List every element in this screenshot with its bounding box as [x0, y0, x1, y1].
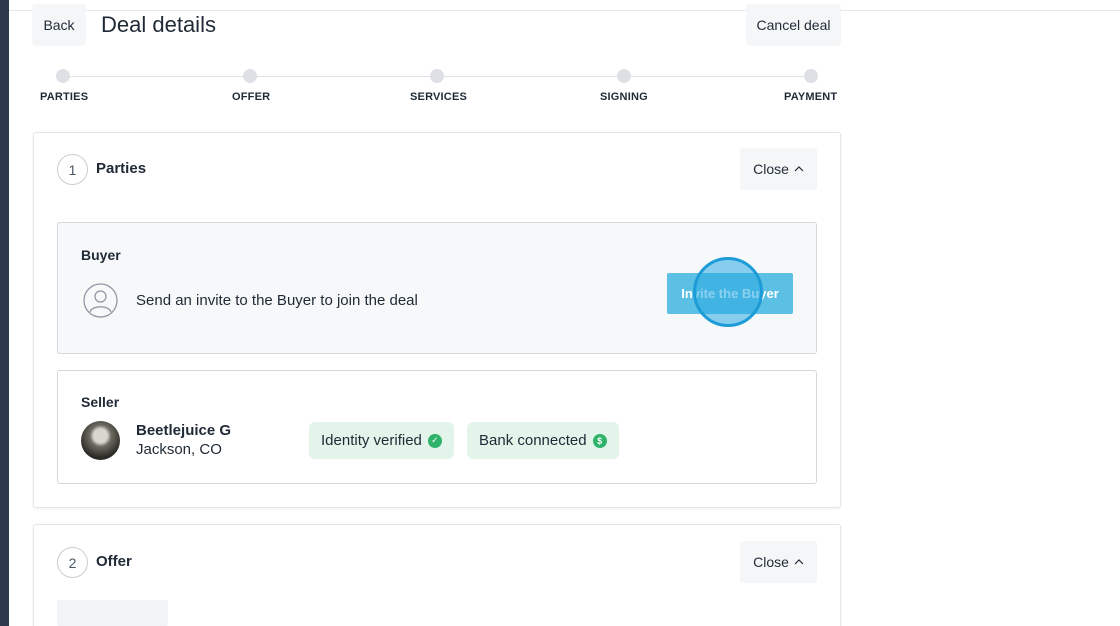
close-label: Close — [753, 161, 789, 177]
seller-name: Beetlejuice G — [136, 422, 232, 439]
offer-step-number: 2 — [57, 547, 88, 578]
check-circle-icon: ✓ — [427, 433, 442, 448]
identity-verified-badge: Identity verified ✓ — [309, 422, 454, 459]
offer-section-title: Offer — [96, 553, 132, 570]
buyer-invite-text: Send an invite to the Buyer to join the … — [136, 292, 418, 309]
seller-heading: Seller — [81, 394, 120, 410]
page-title: Deal details — [101, 12, 216, 37]
step-dot-signing[interactable] — [617, 69, 631, 83]
badge-label: Identity verified — [321, 432, 422, 449]
bank-connected-badge: Bank connected $ — [467, 422, 619, 459]
step-label-signing[interactable]: SIGNING — [600, 91, 648, 103]
step-label-payment[interactable]: PAYMENT — [784, 91, 837, 103]
invite-buyer-button[interactable]: Invite the Buyer — [667, 273, 793, 314]
parties-step-number: 1 — [57, 154, 88, 185]
step-dot-services[interactable] — [430, 69, 444, 83]
seller-location: Jackson, CO — [136, 441, 222, 458]
parties-close-button[interactable]: Close — [740, 148, 817, 190]
chevron-up-icon — [794, 559, 804, 565]
close-label: Close — [753, 554, 789, 570]
left-sidebar-edge — [0, 0, 9, 626]
dollar-circle-icon: $ — [592, 433, 607, 448]
step-label-offer[interactable]: OFFER — [232, 91, 270, 103]
chevron-up-icon — [794, 166, 804, 172]
step-label-services[interactable]: SERVICES — [410, 91, 467, 103]
parties-section-title: Parties — [96, 160, 147, 177]
back-button[interactable]: Back — [32, 4, 86, 46]
buyer-heading: Buyer — [81, 247, 121, 263]
step-dot-offer[interactable] — [243, 69, 257, 83]
top-divider — [0, 10, 1120, 11]
step-label-parties[interactable]: PARTIES — [40, 91, 88, 103]
step-dot-payment[interactable] — [804, 69, 818, 83]
offer-loading-placeholder — [57, 600, 168, 626]
step-dot-parties[interactable] — [56, 69, 70, 83]
badge-label: Bank connected — [479, 432, 587, 449]
user-outline-icon — [83, 283, 118, 318]
seller-avatar — [81, 421, 120, 460]
offer-close-button[interactable]: Close — [740, 541, 817, 583]
cancel-deal-button[interactable]: Cancel deal — [746, 4, 841, 46]
